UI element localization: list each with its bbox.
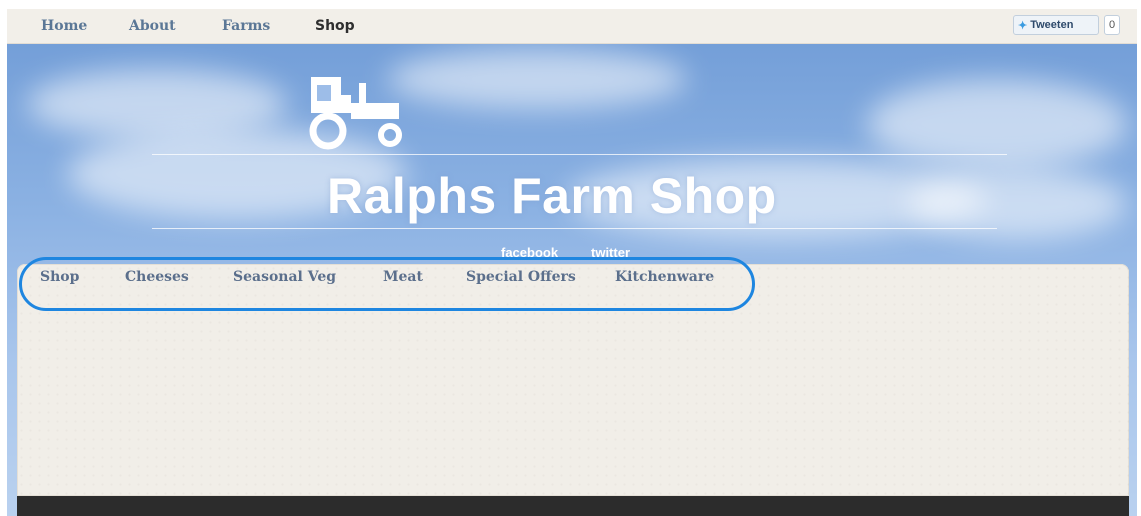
cloud bbox=[387, 49, 687, 109]
footer-bar bbox=[17, 496, 1129, 516]
site-title: Ralphs Farm Shop bbox=[327, 168, 777, 224]
header-divider-top bbox=[152, 154, 1007, 155]
tweet-count: 0 bbox=[1104, 15, 1120, 35]
top-navigation: Home About Farms Shop ✦ Tweeten 0 bbox=[7, 9, 1137, 44]
nav-shop[interactable]: Shop bbox=[315, 18, 355, 34]
nav-about[interactable]: About bbox=[129, 18, 176, 34]
cloud bbox=[867, 79, 1127, 169]
page-frame: Home About Farms Shop ✦ Tweeten 0 Ralphs… bbox=[7, 9, 1137, 516]
nav-home[interactable]: Home bbox=[41, 18, 87, 34]
tractor-icon bbox=[309, 77, 402, 150]
header-divider-bottom bbox=[152, 228, 997, 229]
tweet-button[interactable]: ✦ Tweeten bbox=[1013, 15, 1099, 35]
twitter-bird-icon: ✦ bbox=[1018, 19, 1028, 32]
nav-farms[interactable]: Farms bbox=[222, 18, 270, 34]
highlight-annotation bbox=[19, 257, 755, 311]
tweet-button-label: Tweeten bbox=[1030, 19, 1074, 31]
